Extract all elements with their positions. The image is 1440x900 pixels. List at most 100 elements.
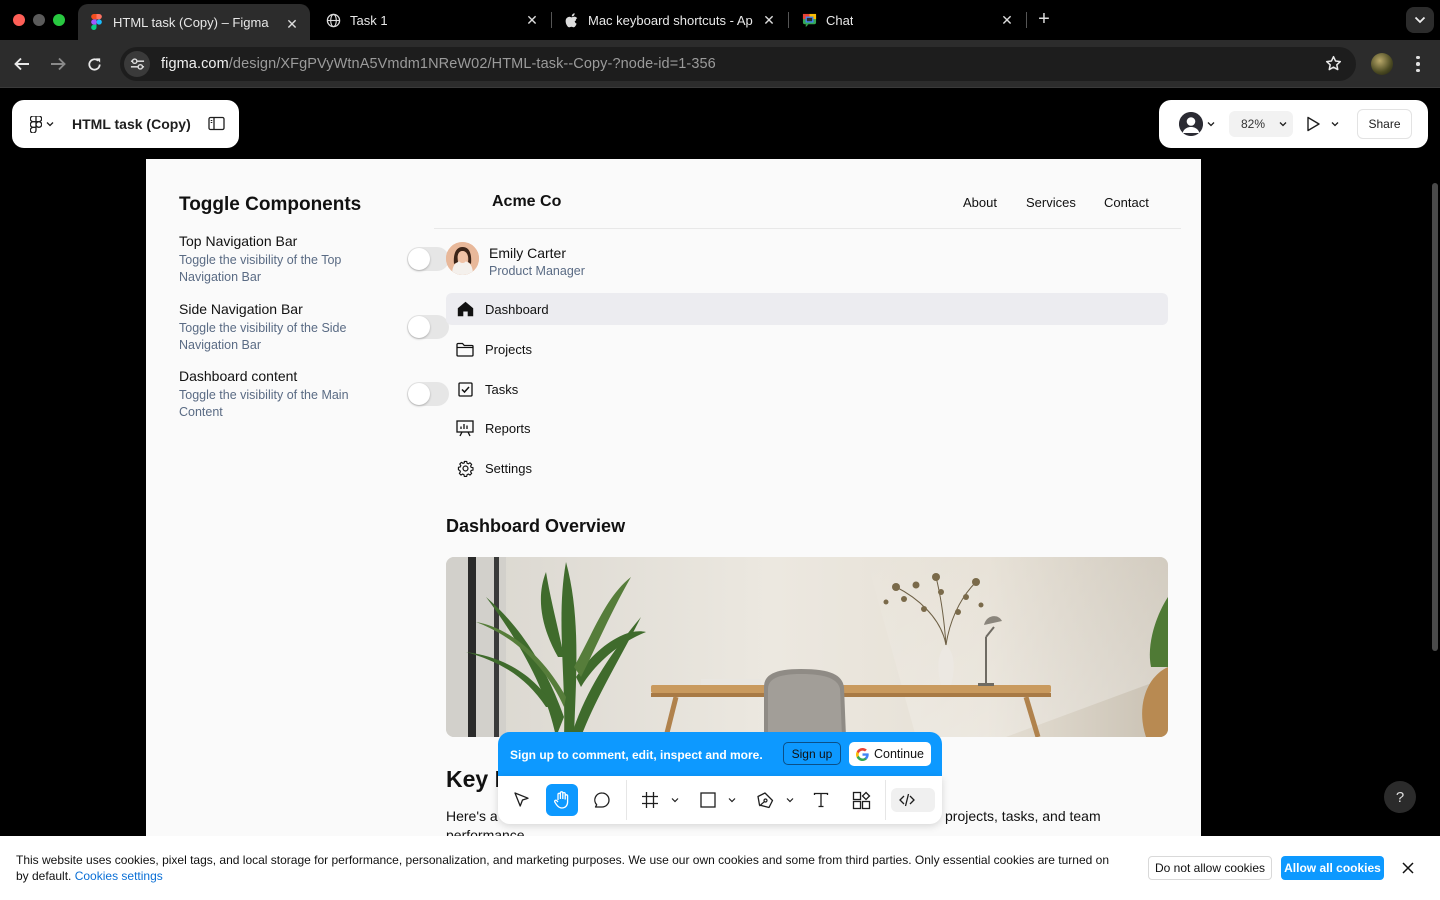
presentation-chart-icon [456, 419, 474, 437]
tab-separator [788, 12, 789, 28]
browser-profile-avatar[interactable] [1371, 53, 1393, 75]
sidebar-item-reports[interactable]: Reports [446, 412, 1168, 444]
chevron-down-icon[interactable] [1207, 121, 1215, 127]
tab-mac-shortcuts[interactable]: Mac keyboard shortcuts - Apple ✕ [553, 0, 787, 40]
side-nav-toggle-switch[interactable] [407, 315, 449, 339]
arrow-right-icon [51, 57, 66, 71]
close-tab-icon[interactable]: ✕ [761, 12, 777, 29]
close-tab-icon[interactable]: ✕ [999, 12, 1015, 29]
sidebar-item-label: Settings [485, 460, 532, 476]
tab-title: Mac keyboard shortcuts - Apple [588, 12, 753, 28]
globe-icon [325, 12, 341, 28]
present-button[interactable] [1305, 114, 1339, 139]
close-tab-icon[interactable]: ✕ [524, 12, 540, 29]
google-chat-icon [801, 12, 817, 28]
new-tab-button[interactable]: + [1034, 9, 1054, 31]
vertical-scrollbar[interactable] [1432, 183, 1438, 651]
comment-tool[interactable] [586, 784, 618, 816]
google-icon [855, 747, 869, 761]
chevron-down-icon[interactable] [728, 796, 736, 804]
dashboard-content-toggle-switch[interactable] [407, 382, 449, 406]
user-avatar[interactable] [1179, 112, 1203, 136]
site-brand[interactable]: Acme Co [492, 193, 561, 211]
tab-task-1[interactable]: Task 1 ✕ [316, 0, 550, 40]
tab-chat[interactable]: Chat ✕ [791, 0, 1025, 40]
nav-link-services[interactable]: Services [1026, 195, 1076, 210]
back-button[interactable] [10, 52, 34, 76]
move-tool[interactable] [506, 784, 538, 816]
cookie-banner: This website uses cookies, pixel tags, a… [0, 836, 1440, 900]
user-name: Emily Carter [489, 245, 567, 261]
browser-menu-icon[interactable] [1410, 52, 1426, 76]
figma-main-menu[interactable] [30, 115, 54, 133]
tab-search-button[interactable] [1406, 7, 1434, 33]
signup-text: Sign up to comment, edit, inspect and mo… [510, 747, 763, 762]
dev-mode-button[interactable] [891, 784, 923, 816]
apple-icon [563, 12, 579, 28]
reload-icon [87, 57, 101, 71]
tab-strip: HTML task (Copy) – Figma ✕ Task 1 ✕ Mac … [0, 0, 1440, 40]
tab-figma[interactable]: HTML task (Copy) – Figma ✕ [78, 4, 310, 40]
chevron-down-icon[interactable] [786, 796, 794, 804]
toggle-panel-icon[interactable] [208, 116, 225, 136]
signup-banner: Sign up to comment, edit, inspect and mo… [498, 732, 942, 777]
minimize-window-button[interactable] [33, 14, 45, 26]
site-info-icon[interactable] [124, 51, 150, 77]
nav-link-about[interactable]: About [963, 195, 997, 210]
tab-title: Chat [826, 12, 854, 28]
share-button[interactable]: Share [1357, 109, 1412, 139]
comment-icon [594, 792, 610, 808]
frame-tool[interactable] [634, 784, 666, 816]
text-icon [813, 792, 829, 808]
hand-tool[interactable] [546, 784, 578, 816]
tab-title: HTML task (Copy) – Figma [113, 14, 269, 30]
address-bar[interactable]: figma.com/design/XFgPVyWtnA5Vmdm1NReW02/… [120, 47, 1356, 81]
close-tab-icon[interactable]: ✕ [284, 16, 300, 33]
file-name[interactable]: HTML task (Copy) [72, 116, 191, 132]
zoom-level: 82% [1241, 117, 1266, 131]
help-button[interactable]: ? [1384, 781, 1416, 813]
tab-separator [1026, 12, 1027, 28]
figma-logo-icon [30, 115, 42, 133]
shape-tool[interactable] [692, 784, 724, 816]
figma-icon [88, 14, 104, 30]
toggle-row-side-nav: Side Navigation Bar Toggle the visibilit… [179, 301, 449, 354]
toggle-title: Dashboard content [179, 368, 298, 384]
chevron-down-icon [1279, 122, 1287, 127]
home-icon [456, 300, 474, 318]
close-window-button[interactable] [13, 14, 25, 26]
chevron-down-icon[interactable] [671, 796, 679, 804]
bookmark-star-icon[interactable] [1325, 55, 1342, 77]
toggle-description: Toggle the visibility of the Top Navigat… [179, 253, 342, 284]
sidebar-item-projects[interactable]: Projects [446, 333, 1168, 365]
close-icon[interactable] [1400, 860, 1416, 876]
cookies-settings-link[interactable]: Cookies settings [75, 869, 163, 883]
gear-icon [456, 459, 474, 477]
toggle-description: Toggle the visibility of the Main Conten… [179, 388, 349, 419]
resources-tool[interactable] [845, 784, 877, 816]
allow-cookies-button[interactable]: Allow all cookies [1281, 856, 1384, 880]
nav-link-contact[interactable]: Contact [1104, 195, 1149, 210]
user-role: Product Manager [489, 264, 585, 278]
sidebar-item-settings[interactable]: Settings [446, 452, 1168, 484]
deny-cookies-button[interactable]: Do not allow cookies [1148, 856, 1272, 880]
continue-with-google-button[interactable]: Continue [849, 742, 931, 766]
forward-button[interactable] [46, 52, 70, 76]
toggle-row-dashboard-content: Dashboard content Toggle the visibility … [179, 368, 449, 421]
browser-toolbar: figma.com/design/XFgPVyWtnA5Vmdm1NReW02/… [0, 40, 1440, 88]
profile-avatar [446, 242, 479, 275]
pen-tool[interactable] [749, 784, 781, 816]
top-nav-toggle-switch[interactable] [407, 247, 449, 271]
sidebar-item-tasks[interactable]: Tasks [446, 373, 1168, 405]
key-text-end: projects, tasks, and team [945, 808, 1101, 824]
text-tool[interactable] [805, 784, 837, 816]
signup-button[interactable]: Sign up [783, 742, 841, 765]
zoom-dropdown[interactable]: 82% [1229, 111, 1293, 137]
dashboard-hero-image [446, 557, 1168, 737]
figma-toolbar [498, 776, 942, 824]
tab-separator [551, 12, 552, 28]
maximize-window-button[interactable] [53, 14, 65, 26]
url-text: figma.com/design/XFgPVyWtnA5Vmdm1NReW02/… [161, 56, 716, 72]
reload-button[interactable] [82, 52, 106, 76]
sidebar-item-dashboard[interactable]: Dashboard [446, 293, 1168, 325]
